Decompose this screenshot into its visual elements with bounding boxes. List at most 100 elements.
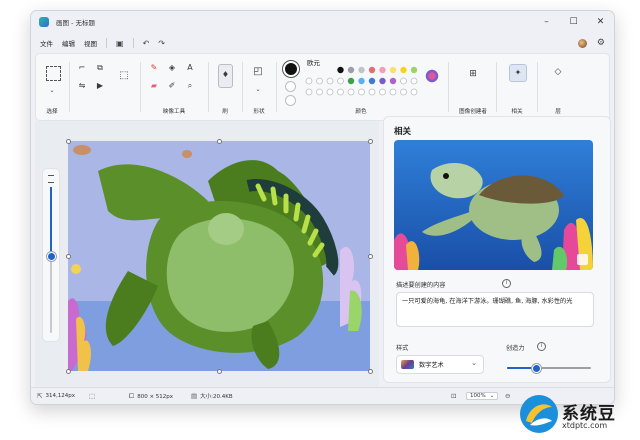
info-icon[interactable]: i: [502, 279, 511, 288]
zoom-dropdown[interactable]: 100% ⌄: [466, 392, 499, 400]
empty-color-slot[interactable]: [347, 88, 355, 96]
undo-icon[interactable]: ↶: [143, 39, 150, 48]
resize-icon[interactable]: ⧉: [94, 62, 106, 74]
resize-handle[interactable]: [368, 254, 373, 259]
palette-color-swatch[interactable]: [358, 66, 365, 74]
redo-icon[interactable]: ↷: [158, 39, 165, 48]
empty-color-slot[interactable]: [410, 77, 418, 85]
palette-color-swatch[interactable]: [379, 66, 386, 74]
resize-handle[interactable]: [66, 254, 71, 259]
primary-color-swatch[interactable]: [283, 61, 299, 77]
resize-handle[interactable]: [368, 139, 373, 144]
file-size-value: 大小:20.4KB: [200, 394, 233, 400]
empty-color-slot[interactable]: [358, 88, 365, 96]
secondary-color-swatch[interactable]: [285, 95, 296, 106]
creativity-slider[interactable]: [507, 364, 591, 373]
palette-color-swatch[interactable]: [400, 66, 407, 74]
color-picker-icon[interactable]: ✐: [166, 80, 178, 92]
prompt-input[interactable]: 一只可爱的海龟, 在海洋下游泳。珊瑚礁, 鱼, 海豚, 水彩性的光: [396, 292, 594, 327]
palette-color-swatch[interactable]: [347, 77, 355, 85]
selection-size: ⬚: [89, 392, 98, 400]
menu-edit[interactable]: 编辑: [62, 38, 75, 48]
zoom-out-icon[interactable]: ⊖: [505, 392, 510, 400]
layers-group: ◇ 层: [540, 54, 576, 120]
select-rectangle-icon[interactable]: [46, 66, 61, 81]
text-icon[interactable]: A: [184, 62, 196, 74]
close-button[interactable]: ✕: [587, 11, 614, 33]
style-dropdown[interactable]: 数字艺术 ⌄: [396, 355, 484, 374]
magnifier-icon[interactable]: ⌕: [184, 80, 196, 92]
resize-handle[interactable]: [217, 139, 222, 144]
empty-color-slot[interactable]: [400, 88, 407, 96]
eraser-icon[interactable]: ▰: [148, 80, 160, 92]
resize-handle[interactable]: [66, 139, 71, 144]
ribbon-divider: [140, 62, 141, 112]
fit-window-icon[interactable]: ⊡: [451, 392, 456, 400]
palette-color-swatch[interactable]: [368, 66, 376, 74]
empty-color-slot[interactable]: [400, 77, 407, 85]
avatar[interactable]: [577, 38, 587, 48]
menu-file[interactable]: 文件: [40, 38, 53, 48]
maximize-button[interactable]: ☐: [560, 11, 587, 33]
palette-color-swatch[interactable]: [358, 77, 365, 85]
save-icon[interactable]: ▣: [116, 39, 124, 48]
resize-handle[interactable]: [66, 369, 71, 374]
resize-handle[interactable]: [217, 369, 222, 374]
brush-icon[interactable]: ♦: [218, 64, 233, 88]
shapes-label: 形状: [253, 109, 265, 115]
palette-color-swatch[interactable]: [389, 77, 397, 85]
menu-bar: 文件 编辑 视图 ▣ ↶ ↷ ⚙: [31, 34, 614, 52]
image-creator-icon[interactable]: ⊞: [467, 68, 479, 80]
minimize-button[interactable]: –: [533, 11, 560, 33]
fill-icon[interactable]: ◈: [166, 62, 178, 74]
rotate-icon[interactable]: ▶: [94, 80, 106, 92]
empty-color-slot[interactable]: [389, 88, 397, 96]
canvas-painting[interactable]: [68, 141, 370, 371]
empty-color-slot[interactable]: [368, 88, 376, 96]
chevron-down-icon[interactable]: ⌄: [252, 84, 264, 96]
creativity-slider-thumb[interactable]: [532, 364, 542, 373]
crop-icon[interactable]: ⌐: [76, 62, 88, 74]
palette-color-swatch[interactable]: [347, 66, 355, 74]
zoom-out-button[interactable]: ⊖: [505, 392, 513, 400]
layers-icon[interactable]: ◇: [552, 66, 564, 78]
fit-to-window[interactable]: ⊡: [451, 392, 459, 400]
zoom-value: 100%: [470, 393, 486, 399]
vertical-zoom-slider[interactable]: [42, 168, 60, 342]
empty-color-slot[interactable]: [337, 88, 344, 96]
empty-color-slot[interactable]: [326, 88, 334, 96]
related-magic-icon[interactable]: ✦: [509, 64, 527, 82]
empty-color-slot[interactable]: [410, 88, 418, 96]
prompt-text[interactable]: 一只可爱的海龟, 在海洋下游泳。珊瑚礁, 鱼, 海豚, 水彩性的光: [402, 297, 588, 307]
chevron-down-icon[interactable]: ⌄: [46, 85, 58, 97]
color-wheel-icon[interactable]: [425, 69, 439, 83]
background-removal-icon[interactable]: ⬚: [118, 70, 130, 82]
style-thumbnail: [401, 360, 414, 369]
gear-icon[interactable]: ⚙: [597, 38, 605, 48]
palette-color-swatch[interactable]: [379, 77, 386, 85]
resize-handle[interactable]: [368, 369, 373, 374]
palette-color-swatch[interactable]: [368, 77, 376, 85]
palette-color-swatch[interactable]: [410, 66, 418, 74]
empty-color-slot[interactable]: [305, 88, 313, 96]
empty-color-slot[interactable]: [316, 77, 323, 85]
info-icon[interactable]: i: [537, 342, 546, 351]
flip-icon[interactable]: ⇋: [76, 80, 88, 92]
secondary-color-swatch[interactable]: [285, 81, 296, 92]
palette-color-swatch[interactable]: [337, 66, 344, 74]
shapes-icon[interactable]: ◰: [252, 66, 264, 78]
generated-image-preview[interactable]: [394, 140, 593, 270]
expand-image-icon[interactable]: [577, 254, 588, 265]
zoom-slider-thumb[interactable]: [47, 252, 56, 261]
menu-view[interactable]: 视图: [84, 38, 97, 48]
empty-color-slot[interactable]: [326, 77, 334, 85]
empty-color-slot[interactable]: [316, 88, 323, 96]
empty-color-slot[interactable]: [379, 88, 386, 96]
empty-color-slot[interactable]: [305, 77, 313, 85]
chevron-down-icon: ⌄: [489, 393, 495, 399]
palette-color-swatch[interactable]: [389, 66, 397, 74]
style-value: 数字艺术: [419, 362, 444, 369]
pencil-icon[interactable]: ✎: [148, 62, 160, 74]
empty-color-slot[interactable]: [337, 77, 344, 85]
color-palette[interactable]: 欧元: [304, 57, 442, 105]
